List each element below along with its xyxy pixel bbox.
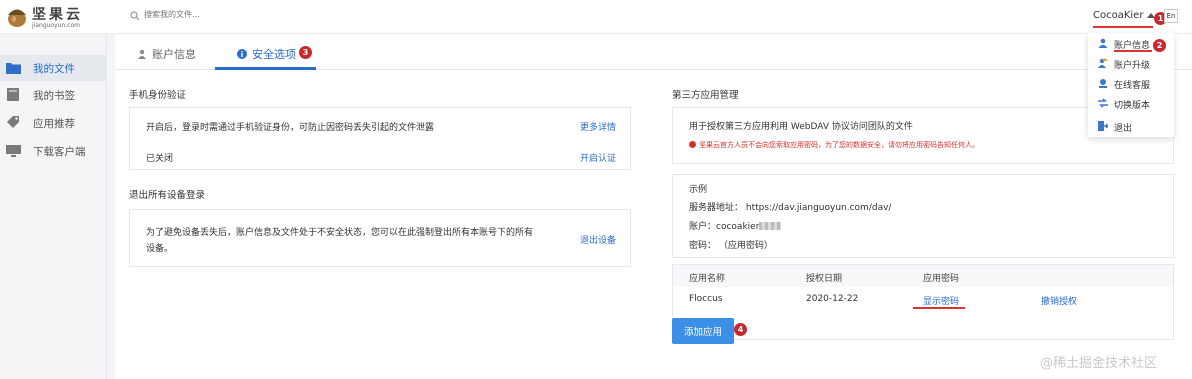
marker-2: 2 — [1153, 39, 1166, 52]
tab-label: 账户信息 — [152, 48, 196, 61]
column-header-app-password: 应用密码 — [923, 274, 960, 284]
highlight-underline — [1093, 26, 1153, 28]
phone-auth-card: 开启后，登录时需通过手机验证身份，可防止因密码丢失引起的文件泄露 更多详情 已关… — [129, 107, 631, 170]
menu-item-label: 在线客服 — [1114, 81, 1151, 91]
account-row: 账户：cocoakier — [689, 219, 782, 232]
logo-subtitle: jianguoyun.com — [32, 22, 80, 29]
folder-icon — [6, 63, 21, 74]
tab-security[interactable]: 安全选项 — [237, 46, 296, 62]
menu-item-switch-version[interactable]: 切换版本 — [1088, 94, 1174, 114]
watermark-text: @稀土掘金技术社区 — [1040, 356, 1158, 371]
phone-auth-description: 开启后，登录时需通过手机验证身份，可防止因密码丢失引起的文件泄露 — [146, 123, 435, 133]
warning-text: 坚果云官方人员不会向您索取应用密码，为了您的数据安全，请勿将应用密码告知任何人。 — [689, 140, 979, 150]
search-bar[interactable] — [130, 10, 430, 24]
phone-auth-title: 手机身份验证 — [129, 90, 187, 101]
sidebar-item-label: 下载客户端 — [33, 146, 86, 158]
search-input[interactable] — [144, 10, 404, 19]
bookmark-icon — [7, 88, 19, 101]
more-details-link[interactable]: 更多详情 — [580, 120, 616, 133]
highlight-underline — [913, 307, 965, 309]
row-app-name: Floccus — [689, 294, 723, 304]
main-panel: 账户信息 安全选项 3 手机身份验证 开启后，登录时需通过手机验证身份，可防止因… — [115, 34, 1192, 379]
menu-item-label: 退出 — [1114, 124, 1133, 134]
logo[interactable]: 坚果云 jianguoyun.com — [6, 4, 106, 34]
menu-item-label: 账户升级 — [1114, 61, 1151, 71]
logo-title: 坚果云 — [32, 7, 83, 23]
sidebar-item-label: 我的文件 — [33, 63, 75, 75]
third-party-title: 第三方应用管理 — [672, 90, 739, 101]
support-icon — [1099, 79, 1107, 88]
menu-item-label: 切换版本 — [1114, 101, 1151, 111]
example-card: 示例 服务器地址： https://dav.jianguoyun.com/dav… — [672, 174, 1174, 258]
show-password-link[interactable]: 显示密码 — [923, 294, 959, 307]
account-label: 账户： — [689, 222, 717, 232]
nut-logo-icon — [8, 9, 26, 27]
menu-item-logout[interactable]: 退出 — [1088, 117, 1174, 137]
user-icon — [138, 49, 146, 59]
app-table: 应用名称 授权日期 应用密码 Floccus 2020-12-22 显示密码 撤… — [672, 264, 1174, 340]
third-party-description: 用于授权第三方应用利用 WebDAV 协议访问团队的文件 — [689, 122, 913, 132]
server-label: 服务器地址： — [689, 203, 744, 213]
sidebar-item-label: 我的书签 — [33, 90, 75, 102]
marker-4: 4 — [734, 323, 747, 336]
user-icon — [1098, 38, 1108, 48]
warning-icon — [689, 141, 696, 148]
upgrade-icon — [1098, 58, 1108, 68]
marker-3: 3 — [299, 46, 312, 59]
logout-devices-link[interactable]: 退出设备 — [580, 233, 616, 246]
highlight-underline — [1114, 50, 1152, 52]
account-value: cocoakier — [716, 222, 760, 232]
phone-auth-status: 已关闭 — [146, 154, 174, 164]
sidebar-item-download-client[interactable]: 下载客户端 — [0, 138, 106, 164]
add-app-button[interactable]: 添加应用 — [672, 318, 734, 344]
server-address: 服务器地址： https://dav.jianguoyun.com/dav/ — [689, 200, 891, 213]
revoke-auth-link[interactable]: 撤销授权 — [1041, 294, 1077, 307]
tab-account-info[interactable]: 账户信息 — [137, 46, 196, 62]
sidebar-item-label: 应用推荐 — [33, 118, 75, 130]
sidebar-item-apps[interactable]: 应用推荐 — [0, 110, 106, 136]
switch-icon — [1098, 98, 1108, 108]
tab-bar: 账户信息 安全选项 3 — [115, 34, 1192, 70]
password-row: 密码： （应用密码） — [689, 238, 773, 251]
logout-description-line2: 设备。 — [146, 244, 174, 254]
column-header-auth-date: 授权日期 — [806, 274, 843, 284]
sidebar: 我的文件 我的书签 应用推荐 下载客户端 — [0, 34, 107, 379]
enable-auth-link[interactable]: 开启认证 — [580, 151, 616, 164]
menu-item-support[interactable]: 在线客服 — [1088, 74, 1174, 94]
sidebar-item-bookmarks[interactable]: 我的书签 — [0, 82, 106, 108]
password-label: 密码： — [689, 241, 717, 251]
row-auth-date: 2020-12-22 — [806, 294, 859, 304]
username: CocoaKier — [1093, 10, 1144, 21]
logout-devices-title: 退出所有设备登录 — [129, 190, 206, 201]
tab-label: 安全选项 — [252, 48, 296, 61]
server-value: https://dav.jianguoyun.com/dav/ — [745, 203, 892, 213]
monitor-icon — [6, 145, 21, 157]
sidebar-item-my-files[interactable]: 我的文件 — [0, 55, 106, 81]
column-header-app-name: 应用名称 — [689, 274, 726, 284]
redacted-mask — [759, 222, 782, 230]
logout-description-line1: 为了避免设备丢失后，账户信息及文件处于不安全状态，您可以在此强制登出所有本账号下… — [146, 228, 534, 238]
info-icon — [237, 49, 247, 59]
language-button[interactable]: En — [1164, 9, 1178, 23]
search-icon — [130, 11, 140, 21]
example-title: 示例 — [689, 185, 708, 195]
tag-icon — [7, 116, 19, 128]
logout-icon — [1098, 121, 1108, 131]
user-menu-toggle[interactable]: CocoaKier — [1093, 10, 1156, 21]
password-value: （应用密码） — [718, 241, 773, 251]
top-bar: 坚果云 jianguoyun.com CocoaKier 1 En — [0, 0, 1192, 34]
warning-message: 坚果云官方人员不会向您索取应用密码，为了您的数据安全，请勿将应用密码告知任何人。 — [699, 141, 979, 149]
logout-devices-card: 为了避免设备丢失后，账户信息及文件处于不安全状态，您可以在此强制登出所有本账号下… — [129, 209, 631, 267]
menu-item-upgrade[interactable]: 账户升级 — [1088, 54, 1174, 74]
active-tab-indicator — [215, 67, 316, 70]
